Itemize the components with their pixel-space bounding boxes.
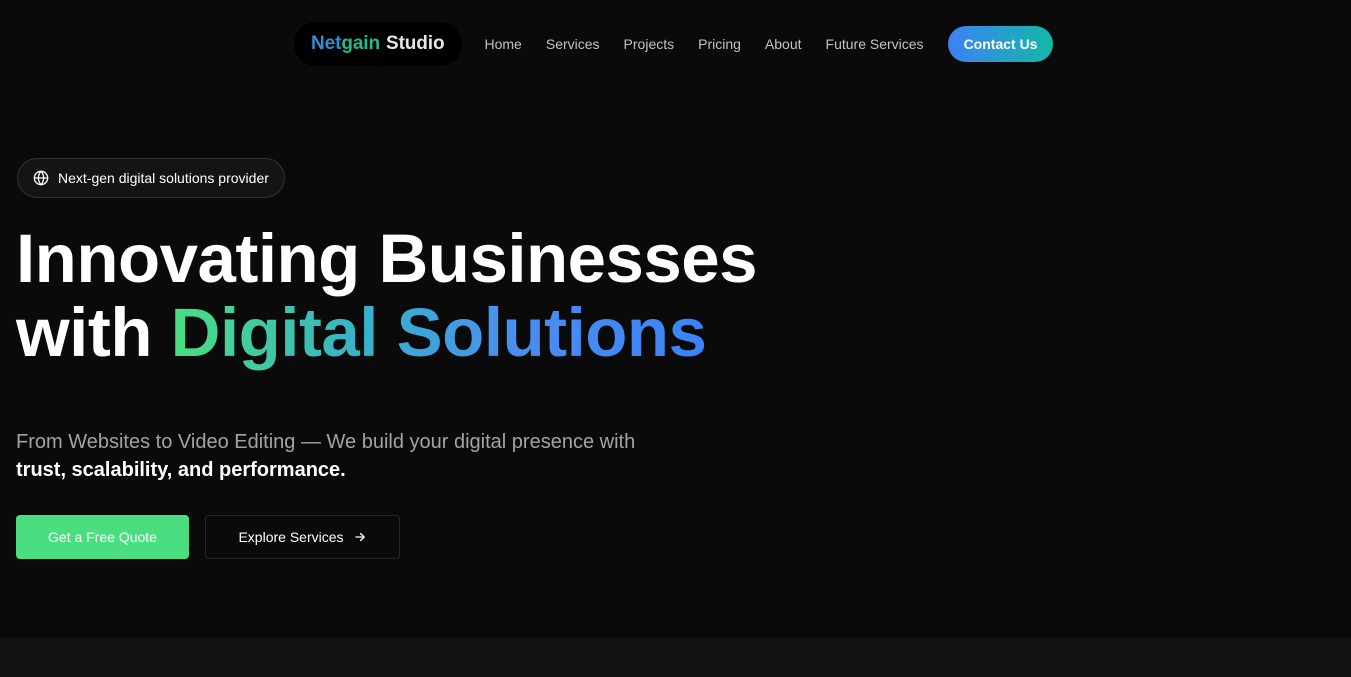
hero-title-line2-prefix: with	[16, 294, 171, 371]
logo[interactable]: Net gain Studio	[294, 22, 462, 66]
hero-title: Innovating Businesses with Digital Solut…	[16, 220, 758, 371]
page: Net gain Studio Home Services Projects Pri…	[0, 0, 1351, 677]
nav-link-services[interactable]: Services	[546, 36, 600, 52]
nav-link-pricing[interactable]: Pricing	[698, 36, 741, 52]
contact-us-button[interactable]: Contact Us	[947, 26, 1054, 62]
nav-links: Home Services Projects Pricing About Fut…	[485, 36, 948, 52]
hero-subtitle-line2: trust, scalability, and performance.	[16, 459, 346, 481]
hero-title-line1: Innovating Businesses	[16, 220, 758, 297]
top-nav: Net gain Studio Home Services Projects Pri…	[294, 22, 1054, 66]
next-section-band	[0, 638, 1351, 677]
nav-link-future-services[interactable]: Future Services	[826, 36, 924, 52]
explore-services-label: Explore Services	[238, 529, 344, 545]
badge-text: Next-gen digital solutions provider	[58, 170, 269, 186]
nav-link-about[interactable]: About	[765, 36, 802, 52]
get-free-quote-button[interactable]: Get a Free Quote	[16, 515, 189, 559]
arrow-right-icon	[353, 530, 367, 544]
hero-subtitle-line1: From Websites to Video Editing — We buil…	[16, 431, 636, 453]
globe-icon	[33, 170, 49, 186]
nav-link-home[interactable]: Home	[485, 36, 522, 52]
explore-services-button[interactable]: Explore Services	[205, 515, 400, 559]
logo-text-net: Net	[311, 33, 342, 54]
hero-badge: Next-gen digital solutions provider	[17, 158, 285, 198]
logo-text-gain: gain	[341, 33, 380, 54]
hero-subtitle: From Websites to Video Editing — We buil…	[16, 428, 635, 484]
nav-link-projects[interactable]: Projects	[624, 36, 675, 52]
hero-title-highlight: Digital Solutions	[170, 294, 707, 371]
logo-text-studio: Studio	[386, 33, 445, 54]
